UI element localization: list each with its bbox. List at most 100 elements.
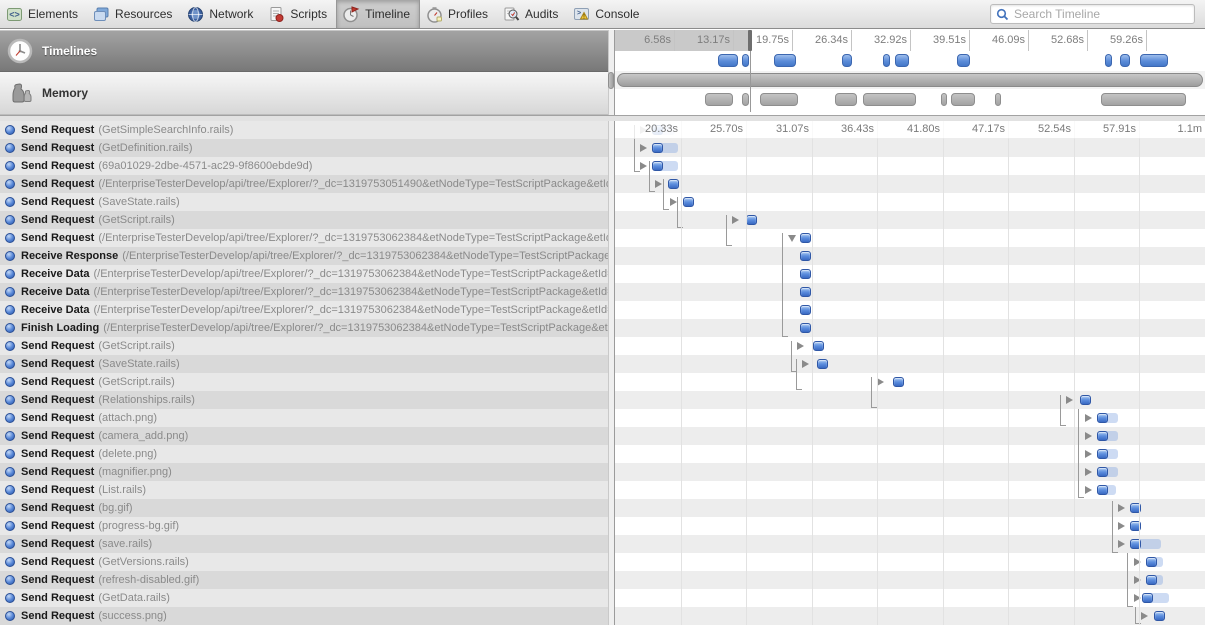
record-type-icon [5, 395, 15, 405]
expand-arrow-icon[interactable] [1085, 486, 1092, 494]
record-event-dot[interactable] [800, 251, 811, 261]
expand-arrow-icon[interactable] [1085, 450, 1092, 458]
record-row[interactable]: Send Request(GetVersions.rails) [0, 553, 608, 571]
record-row[interactable]: Send Request(refresh-disabled.gif) [0, 571, 608, 589]
record-event-dot[interactable] [1097, 485, 1108, 495]
record-row[interactable]: Send Request(GetDefinition.rails) [0, 139, 608, 157]
record-row[interactable]: Send Request(progress-bg.gif) [0, 517, 608, 535]
tab-audits[interactable]: Audits [497, 0, 567, 28]
record-event-dot[interactable] [893, 377, 904, 387]
expand-arrow-icon[interactable] [640, 144, 647, 152]
record-event-dot[interactable] [813, 341, 824, 351]
sidebar-item-memory[interactable]: Memory [0, 72, 608, 115]
record-type-icon [5, 539, 15, 549]
expand-arrow-icon[interactable] [1118, 540, 1125, 548]
expand-arrow-icon[interactable] [1066, 396, 1073, 404]
record-row[interactable]: Send Request(Relationships.rails) [0, 391, 608, 409]
tab-timeline[interactable]: Timeline [336, 0, 420, 28]
record-event-dot[interactable] [1146, 575, 1157, 585]
expand-arrow-icon[interactable] [640, 162, 647, 170]
record-row[interactable]: Send Request(SaveState.rails) [0, 193, 608, 211]
record-row[interactable]: Receive Response(/EnterpriseTesterDevelo… [0, 247, 608, 265]
timeline-row [615, 589, 1205, 607]
record-event-dot[interactable] [1146, 557, 1157, 567]
record-event-dot[interactable] [668, 179, 679, 189]
record-event-dot[interactable] [683, 197, 694, 207]
timeline-row [615, 301, 1205, 319]
search-input[interactable] [1012, 6, 1194, 22]
record-row[interactable]: Send Request(save.rails) [0, 535, 608, 553]
record-event-dot[interactable] [817, 359, 828, 369]
record-event-dot[interactable] [800, 233, 811, 243]
overview-scrollbar-track[interactable] [615, 71, 1205, 89]
search-box [990, 4, 1195, 24]
record-detail: (GetVersions.rails) [98, 556, 188, 568]
record-row[interactable]: Send Request(success.png) [0, 607, 608, 625]
record-row[interactable]: Send Request(GetData.rails) [0, 589, 608, 607]
record-row[interactable]: Send Request(attach.png) [0, 409, 608, 427]
expand-arrow-icon[interactable] [1085, 468, 1092, 476]
record-event-dot[interactable] [800, 305, 811, 315]
expand-arrow-icon[interactable] [655, 180, 662, 188]
tab-profiles[interactable]: Profiles [420, 0, 497, 28]
record-row[interactable]: Receive Data(/EnterpriseTesterDevelop/ap… [0, 283, 608, 301]
overview-window-grip[interactable] [748, 30, 752, 51]
record-event-dot[interactable] [652, 161, 663, 171]
tab-resources[interactable]: Resources [87, 0, 181, 28]
ruler-tick [792, 30, 793, 51]
record-event-dot[interactable] [1097, 413, 1108, 423]
record-row[interactable]: Send Request(bg.gif) [0, 499, 608, 517]
expand-arrow-icon[interactable] [670, 198, 677, 206]
sidebar-item-timelines[interactable]: Timelines [0, 30, 608, 72]
record-row[interactable]: Send Request(/EnterpriseTesterDevelop/ap… [0, 229, 608, 247]
expand-arrow-icon[interactable] [1118, 504, 1125, 512]
tab-console[interactable]: >!Console [567, 0, 648, 28]
record-row[interactable]: Send Request(/EnterpriseTesterDevelop/ap… [0, 175, 608, 193]
record-row[interactable]: Send Request (GetScript.rails) [0, 373, 608, 391]
record-event-dot[interactable] [1154, 611, 1165, 621]
record-event-dot[interactable] [800, 269, 811, 279]
record-detail: (GetScript.rails) [98, 376, 174, 388]
record-row[interactable]: Receive Data(/EnterpriseTesterDevelop/ap… [0, 265, 608, 283]
scripts-icon [268, 6, 285, 23]
record-row[interactable]: Send Request(List.rails) [0, 481, 608, 499]
record-row[interactable]: Send Request(GetSimpleSearchInfo.rails) [0, 121, 608, 139]
expand-arrow-icon[interactable] [802, 360, 809, 368]
record-row[interactable]: Send Request(camera_add.png) [0, 427, 608, 445]
record-row[interactable]: Receive Data(/EnterpriseTesterDevelop/ap… [0, 301, 608, 319]
expand-arrow-icon[interactable] [877, 378, 884, 386]
record-row[interactable]: Send Request(69a01029-2dbe-4571-ac29-9f8… [0, 157, 608, 175]
collapse-arrow-icon[interactable] [788, 235, 796, 242]
record-event-dot[interactable] [1142, 593, 1153, 603]
overview-scrollbar-thumb[interactable] [617, 73, 1203, 87]
tab-elements[interactable]: <>Elements [0, 0, 87, 28]
record-event-dot[interactable] [1080, 395, 1091, 405]
record-event-dot[interactable] [746, 215, 757, 225]
expand-arrow-icon[interactable] [1085, 432, 1092, 440]
record-name: Send Request [21, 376, 94, 388]
ruler-tick [1087, 30, 1088, 51]
record-row[interactable]: Send Request(GetScript.rails) [0, 337, 608, 355]
gridline [877, 120, 878, 625]
record-row[interactable]: Send Request(delete.png) [0, 445, 608, 463]
record-event-dot[interactable] [1097, 467, 1108, 477]
record-row[interactable]: Send Request(GetScript.rails) [0, 211, 608, 229]
tab-scripts[interactable]: Scripts [262, 0, 336, 28]
record-row[interactable]: Finish Loading(/EnterpriseTesterDevelop/… [0, 319, 608, 337]
expand-arrow-icon[interactable] [1085, 414, 1092, 422]
record-event-dot[interactable] [800, 323, 811, 333]
record-event-dot[interactable] [800, 287, 811, 297]
expand-arrow-icon[interactable] [1141, 612, 1148, 620]
expand-arrow-icon[interactable] [732, 216, 739, 224]
record-event-dot[interactable] [1097, 431, 1108, 441]
record-event-dot[interactable] [652, 143, 663, 153]
record-event-dot[interactable] [1097, 449, 1108, 459]
expand-arrow-icon[interactable] [1118, 522, 1125, 530]
record-row[interactable]: Send Request(magnifier.png) [0, 463, 608, 481]
expand-arrow-icon[interactable] [797, 342, 804, 350]
record-name: Finish Loading [21, 322, 99, 334]
tab-network[interactable]: Network [181, 0, 262, 28]
record-row[interactable]: Send Request(SaveState.rails) [0, 355, 608, 373]
overview-event-bar [774, 54, 796, 67]
horizontal-splitter[interactable] [0, 115, 1205, 121]
